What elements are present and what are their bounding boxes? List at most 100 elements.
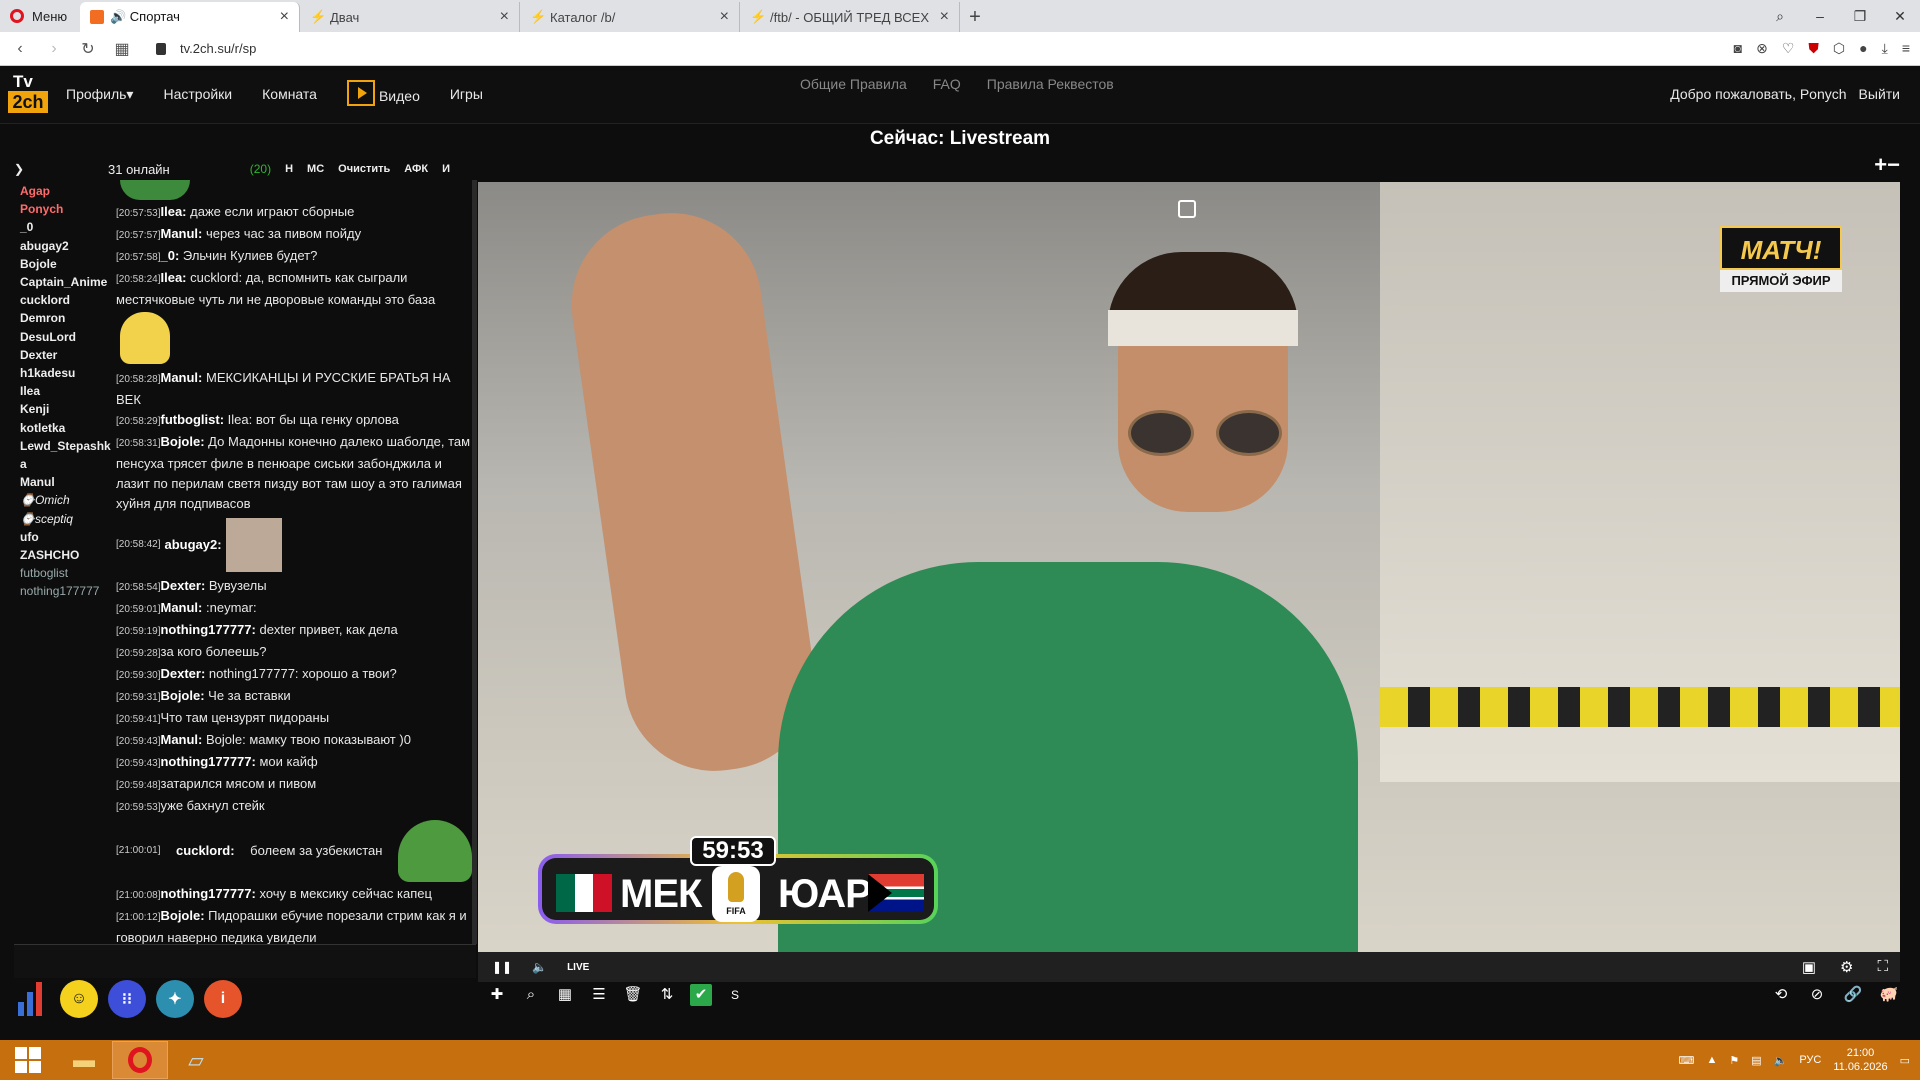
tab-dvach[interactable]: ⚡ Двач × — [300, 2, 520, 32]
close-tab-icon[interactable]: × — [280, 8, 289, 26]
message-nick[interactable]: nothing177777: — [160, 886, 255, 901]
user-list-item[interactable]: Bojole — [20, 255, 110, 273]
user-list-item[interactable]: kotletka — [20, 419, 110, 437]
user-list-item[interactable]: ⌚sceptiq — [20, 510, 110, 528]
site-logo[interactable]: Tv 2ch — [8, 72, 48, 116]
user-list-item[interactable]: Lewd_Stepashk — [20, 437, 111, 455]
trash-icon[interactable]: 🗑 — [622, 984, 644, 1006]
close-tab-icon[interactable]: × — [720, 8, 729, 26]
keyboard-icon[interactable]: ⌨ — [1679, 1054, 1695, 1067]
message-nick[interactable]: nothing177777: — [160, 622, 255, 637]
reload-icon[interactable]: ↻ — [74, 39, 102, 59]
message-nick[interactable]: Manul: — [160, 370, 202, 385]
message-nick[interactable]: Bojole: — [160, 434, 204, 449]
stats-bars-icon[interactable] — [18, 982, 50, 1016]
block-icon[interactable]: ⊗ — [1756, 40, 1768, 57]
language-indicator[interactable]: РУС — [1799, 1054, 1821, 1066]
user-list-item[interactable]: abugay2 — [20, 237, 110, 255]
user-list-item[interactable]: Captain_Anime — [20, 273, 110, 291]
repeat-icon[interactable]: ⟲ — [1770, 984, 1792, 1006]
message-nick[interactable]: Ilea: — [160, 270, 186, 285]
user-list-item[interactable]: Manul — [20, 473, 110, 491]
user-list-item[interactable]: cucklord — [20, 291, 110, 309]
user-list-item[interactable]: DesuLord — [20, 328, 110, 346]
list-icon[interactable]: ☰ — [588, 984, 610, 1006]
user-list-item[interactable]: Agap — [20, 182, 110, 200]
user-list-item[interactable]: Ilea — [20, 382, 110, 400]
user-list-item[interactable]: ZASHCHO — [20, 546, 110, 564]
close-tab-icon[interactable]: × — [940, 8, 949, 26]
message-nick[interactable]: Manul: — [160, 732, 202, 747]
notifications-icon[interactable]: ▭ — [1900, 1054, 1910, 1067]
url-field[interactable]: tv.2ch.su/r/sp — [156, 41, 256, 56]
user-list-item[interactable]: Kenji — [20, 400, 110, 418]
volume-icon[interactable]: 🔈 — [532, 960, 547, 974]
message-nick[interactable]: Bojole: — [160, 908, 204, 923]
close-window-icon[interactable]: ✕ — [1880, 8, 1920, 25]
user-list-item[interactable]: Ponych — [20, 200, 110, 218]
message-nick[interactable]: Manul: — [160, 600, 202, 615]
message-nick[interactable]: Ilea: — [160, 204, 186, 219]
message-nick[interactable]: nothing177777: — [160, 754, 255, 769]
message-nick[interactable]: Bojole: — [160, 688, 204, 703]
search-tabs-icon[interactable]: ⌕ — [1760, 8, 1800, 25]
info-icon[interactable]: i — [204, 980, 242, 1018]
message-nick[interactable]: cucklord: — [176, 841, 235, 861]
user-list-item[interactable]: Demron — [20, 309, 110, 327]
forward-icon[interactable]: › — [40, 40, 68, 58]
camera-icon[interactable]: ◙ — [1734, 40, 1742, 57]
sort-icon[interactable]: ⇅ — [656, 984, 678, 1006]
smiley-icon[interactable]: ☺ — [60, 980, 98, 1018]
chat-btn-clear[interactable]: Очистить — [338, 163, 390, 175]
popout-icon[interactable] — [1178, 200, 1196, 218]
message-nick[interactable]: abugay2: — [164, 535, 221, 555]
menu-icon[interactable]: ≡ — [1902, 40, 1910, 57]
block-icon[interactable]: ⊘ — [1806, 984, 1828, 1006]
broom-icon[interactable]: ✦ — [156, 980, 194, 1018]
user-list-item[interactable]: nothing177777 — [20, 582, 110, 600]
add-icon[interactable]: ✚ — [486, 984, 508, 1006]
message-nick[interactable]: Dexter: — [160, 666, 205, 681]
check-icon[interactable]: ✔ — [690, 984, 712, 1006]
chat-btn-afk[interactable]: АФК — [404, 163, 428, 175]
cube-icon[interactable]: ⬡ — [1833, 40, 1845, 57]
shield-icon[interactable]: ⛊ — [1808, 40, 1819, 57]
pip-icon[interactable]: ▣ — [1802, 958, 1816, 976]
link-general-rules[interactable]: Общие Правила — [800, 76, 907, 92]
logout-link[interactable]: Выйти — [1859, 86, 1900, 102]
start-button[interactable] — [0, 1041, 56, 1079]
chat-input[interactable] — [14, 944, 476, 978]
search-icon[interactable]: ⌕ — [520, 984, 542, 1006]
link-faq[interactable]: FAQ — [933, 76, 961, 92]
message-nick[interactable]: Dexter: — [160, 578, 205, 593]
tabs-grid-icon[interactable]: ▦ — [108, 39, 136, 59]
apps-grid-icon[interactable]: ⁝⁝ — [108, 980, 146, 1018]
settings-gear-icon[interactable]: ⚙ — [1840, 958, 1853, 976]
user-list-item[interactable]: ufo — [20, 528, 110, 546]
user-list-item[interactable]: Dexter — [20, 346, 110, 364]
tray-arrow-icon[interactable]: ▲ — [1706, 1054, 1717, 1066]
tab-ftb-thread[interactable]: ⚡ /ftb/ - ОБЩИЙ ТРЕД ВСЕХ × — [740, 2, 960, 32]
message-nick[interactable]: futboglist: — [160, 412, 224, 427]
message-nick[interactable]: Manul: — [160, 226, 202, 241]
clock[interactable]: 21:00 11.06.2026 — [1833, 1046, 1887, 1074]
image-emote-icon[interactable] — [225, 518, 282, 572]
nav-room[interactable]: Комната — [262, 86, 317, 106]
user-list-item[interactable]: h1kadesu — [20, 364, 110, 382]
grid-icon[interactable]: ▦ — [554, 984, 576, 1006]
heart-icon[interactable]: ♡ — [1782, 40, 1795, 57]
opera-taskbar-icon[interactable] — [112, 1041, 168, 1079]
pause-icon[interactable]: ❚❚ — [492, 960, 512, 974]
notepad-icon[interactable]: ▱ — [168, 1041, 224, 1079]
avatar-icon[interactable]: ● — [1859, 40, 1867, 57]
message-nick[interactable]: _0: — [160, 248, 179, 263]
chevron-down-icon[interactable]: ❯ — [14, 162, 34, 176]
nav-profile[interactable]: Профиль▾ — [66, 86, 133, 106]
chat-btn-n[interactable]: Н — [285, 163, 293, 175]
tab-sportach[interactable]: 🔊 Спортач × — [80, 2, 300, 32]
chat-scrollbar[interactable] — [472, 180, 477, 944]
nav-video[interactable]: Видео — [346, 80, 420, 106]
flag-icon[interactable]: ⚑ — [1729, 1054, 1739, 1067]
user-list-item[interactable]: _0 — [20, 218, 110, 236]
user-list-item[interactable]: futboglist — [20, 564, 110, 582]
